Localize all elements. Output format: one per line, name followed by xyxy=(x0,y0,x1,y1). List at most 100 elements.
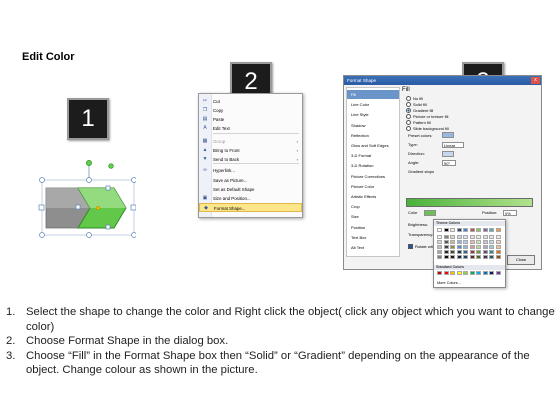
sidebar-item-glow-and-soft-edges[interactable]: Glow and Soft Edges xyxy=(347,141,399,150)
color-swatch[interactable] xyxy=(469,250,475,254)
color-swatch[interactable] xyxy=(482,245,488,249)
color-swatch[interactable] xyxy=(463,255,468,259)
sidebar-item-picture-color[interactable]: Picture Color xyxy=(347,182,399,191)
sidebar-item-line-color[interactable]: Line Color xyxy=(347,100,399,109)
color-swatch[interactable] xyxy=(456,255,462,259)
sidebar-item-line-style[interactable]: Line Style xyxy=(347,110,399,119)
standard-color-swatch[interactable] xyxy=(469,271,475,275)
color-swatch[interactable] xyxy=(437,255,442,259)
color-swatch[interactable] xyxy=(489,255,494,259)
color-swatch[interactable] xyxy=(489,235,494,239)
preset-colors-dropdown[interactable] xyxy=(442,132,454,138)
color-swatch[interactable] xyxy=(450,228,455,232)
color-swatch[interactable] xyxy=(450,245,455,249)
standard-color-swatch[interactable] xyxy=(476,271,481,275)
color-swatch[interactable] xyxy=(495,250,501,254)
menu-item-hyperlink[interactable]: ∞ Hyperlink... xyxy=(199,166,302,175)
selected-shapes-illustration[interactable] xyxy=(36,158,136,244)
menu-item-save-as-picture[interactable]: Save as Picture... xyxy=(199,176,302,185)
sidebar-item-shadow[interactable]: Shadow xyxy=(347,121,399,130)
color-swatch[interactable] xyxy=(443,240,449,244)
menu-item-bring-to-front[interactable]: ▲ Bring to Front › xyxy=(199,146,302,155)
color-swatch[interactable] xyxy=(437,228,442,232)
color-swatch[interactable] xyxy=(495,235,501,239)
sidebar-item-3-d-format[interactable]: 3-D Format xyxy=(347,151,399,160)
sidebar-item-size[interactable]: Size xyxy=(347,212,399,221)
color-swatch[interactable] xyxy=(482,255,488,259)
standard-color-swatch[interactable] xyxy=(443,271,449,275)
sidebar-item-alt-text[interactable]: Alt Text xyxy=(347,243,399,252)
color-swatch[interactable] xyxy=(450,235,455,239)
menu-item-paste[interactable]: ▤ Paste xyxy=(199,115,302,124)
color-swatch[interactable] xyxy=(482,228,488,232)
gradient-stops-bar[interactable] xyxy=(406,198,533,207)
color-swatch[interactable] xyxy=(443,228,449,232)
standard-color-swatch[interactable] xyxy=(456,271,462,275)
fill-option-gradient-fill[interactable]: Gradient fill xyxy=(406,108,433,114)
color-swatch[interactable] xyxy=(495,228,501,232)
sidebar-item-crop[interactable]: Crop xyxy=(347,202,399,211)
sidebar-item-3-d-rotation[interactable]: 3-D Rotation xyxy=(347,161,399,170)
color-swatch[interactable] xyxy=(463,245,468,249)
color-swatch[interactable] xyxy=(469,240,475,244)
color-swatch[interactable] xyxy=(495,255,501,259)
color-swatch[interactable] xyxy=(456,245,462,249)
color-swatch[interactable] xyxy=(456,240,462,244)
color-swatch[interactable] xyxy=(489,250,494,254)
close-icon[interactable]: x xyxy=(531,77,540,84)
fill-option-pattern-fill[interactable]: Pattern fill xyxy=(406,120,431,126)
fill-option-no-fill[interactable]: No fill xyxy=(406,96,423,102)
sidebar-item-text-box[interactable]: Text Box xyxy=(347,233,399,242)
color-swatch[interactable] xyxy=(476,250,481,254)
menu-item-copy[interactable]: ❐ Copy xyxy=(199,106,302,115)
menu-item-group[interactable]: ▦ Group › xyxy=(199,137,302,146)
standard-color-swatch[interactable] xyxy=(482,271,488,275)
color-swatch[interactable] xyxy=(437,245,442,249)
color-swatch[interactable] xyxy=(463,250,468,254)
close-button[interactable]: Close xyxy=(507,255,535,265)
sidebar-item-reflection[interactable]: Reflection xyxy=(347,131,399,140)
color-swatch[interactable] xyxy=(482,250,488,254)
color-swatch[interactable] xyxy=(489,245,494,249)
color-swatch[interactable] xyxy=(450,250,455,254)
color-swatch[interactable] xyxy=(450,240,455,244)
direction-dropdown[interactable] xyxy=(442,151,454,157)
menu-item-cut[interactable]: ✂ Cut xyxy=(199,97,302,106)
type-select[interactable]: Linear xyxy=(442,142,464,148)
standard-color-swatch[interactable] xyxy=(489,271,494,275)
color-swatch[interactable] xyxy=(443,255,449,259)
fill-option-solid-fill[interactable]: Solid fill xyxy=(406,102,427,108)
color-swatch[interactable] xyxy=(476,240,481,244)
sidebar-item-artistic-effects[interactable]: Artistic Effects xyxy=(347,192,399,201)
menu-item-edit-text[interactable]: A Edit Text xyxy=(199,124,302,133)
color-swatch[interactable] xyxy=(456,235,462,239)
color-swatch[interactable] xyxy=(495,240,501,244)
standard-color-swatch[interactable] xyxy=(495,271,501,275)
color-swatch[interactable] xyxy=(469,235,475,239)
sidebar-item-position[interactable]: Position xyxy=(347,223,399,232)
color-swatch[interactable] xyxy=(495,245,501,249)
color-swatch[interactable] xyxy=(437,235,442,239)
menu-item-set-as-default-shape[interactable]: Set as Default Shape xyxy=(199,185,302,194)
menu-item-format-shape[interactable]: ◆ Format Shape... xyxy=(199,203,302,212)
color-swatch[interactable] xyxy=(437,250,442,254)
standard-color-swatch[interactable] xyxy=(463,271,468,275)
color-swatch[interactable] xyxy=(456,250,462,254)
color-swatch[interactable] xyxy=(469,245,475,249)
more-colors-link[interactable]: More Colors... xyxy=(437,281,461,286)
color-swatch[interactable] xyxy=(489,228,494,232)
color-swatch[interactable] xyxy=(489,240,494,244)
color-swatch[interactable] xyxy=(437,240,442,244)
position-input[interactable]: 0% xyxy=(503,210,517,216)
fill-option-slide-background-fill[interactable]: Slide background fill xyxy=(406,126,449,132)
color-swatch[interactable] xyxy=(450,255,455,259)
color-swatch[interactable] xyxy=(443,250,449,254)
sidebar-item-fill[interactable]: Fill xyxy=(347,90,399,99)
menu-item-size-and-position[interactable]: ▣ Size and Position... xyxy=(199,194,302,203)
color-swatch[interactable] xyxy=(463,228,468,232)
color-picker-button[interactable] xyxy=(424,210,436,216)
color-swatch[interactable] xyxy=(469,228,475,232)
color-swatch[interactable] xyxy=(463,240,468,244)
color-swatch[interactable] xyxy=(463,235,468,239)
standard-color-swatch[interactable] xyxy=(450,271,455,275)
